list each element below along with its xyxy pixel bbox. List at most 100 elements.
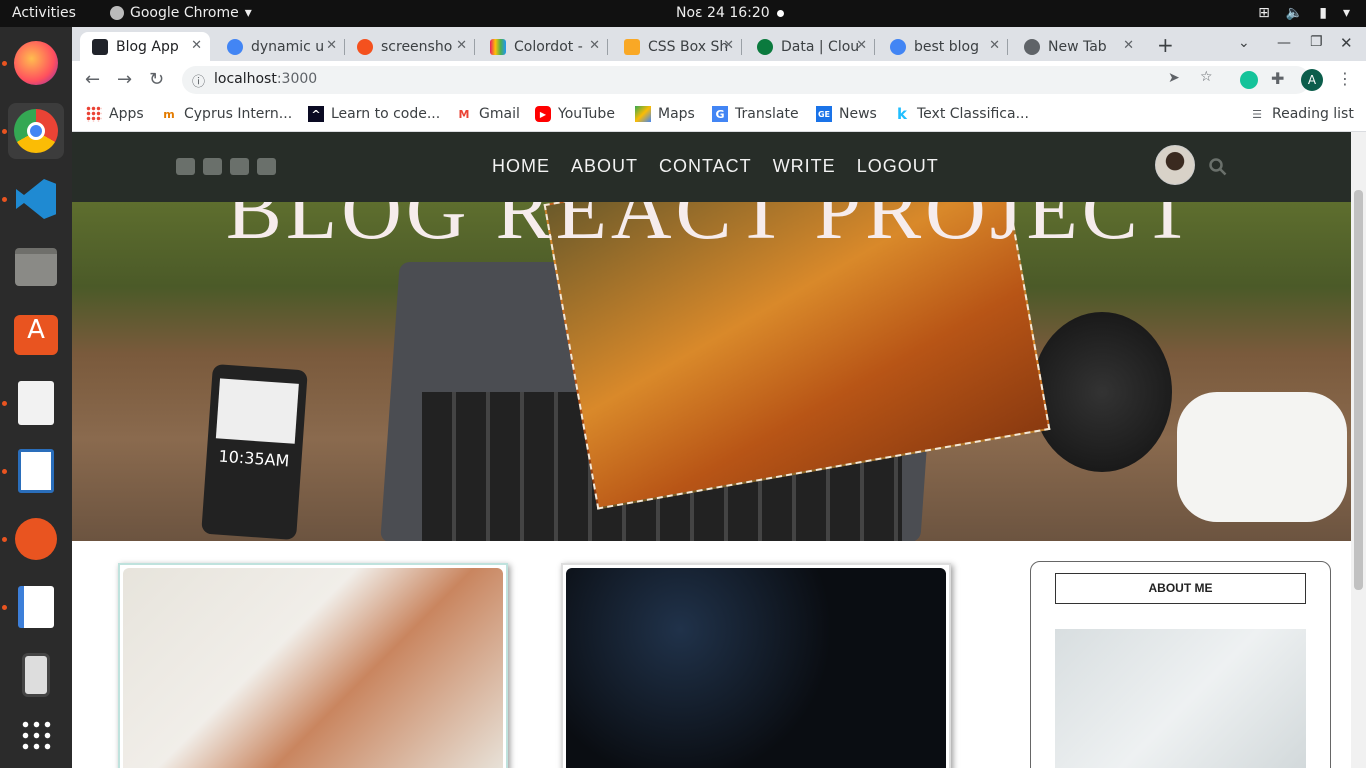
reading-list-button[interactable]: ☰ Reading list (1249, 106, 1354, 122)
os-top-bar: Activities Google Chrome ▾ Νοε 24 16:20 … (0, 0, 1366, 27)
close-icon[interactable]: ✕ (191, 38, 202, 53)
hero-title: BLOG REACT PROJECT (225, 202, 1198, 257)
mongodb-icon (757, 38, 773, 55)
text-editor-icon[interactable] (8, 375, 64, 431)
nav-links: HOME ABOUT CONTACT WRITE LOGOUT (492, 156, 939, 177)
close-icon[interactable]: ✕ (1123, 38, 1134, 53)
nav-home[interactable]: HOME (492, 156, 550, 177)
instagram-icon[interactable] (203, 158, 222, 175)
app-menu[interactable]: Google Chrome ▾ (110, 5, 252, 21)
forward-icon[interactable]: → (117, 69, 132, 90)
hero-kettle (1032, 312, 1172, 472)
tab-dynamic[interactable]: dynamic u ✕ (215, 32, 345, 61)
minimize-icon[interactable]: — (1277, 35, 1291, 51)
nav-write[interactable]: WRITE (773, 156, 836, 177)
search-icon[interactable] (1209, 158, 1227, 180)
bookmark-learn-code[interactable]: ^ Learn to code... (308, 106, 440, 122)
post-card[interactable] (561, 563, 951, 768)
bookmark-star-icon[interactable]: ☆ (1200, 69, 1213, 85)
running-indicator (2, 605, 7, 610)
phone-screen (215, 378, 299, 444)
bookmark-maps[interactable]: Maps (635, 106, 695, 122)
nav-about[interactable]: ABOUT (571, 156, 638, 177)
bookmark-gmail[interactable]: M Gmail (456, 106, 520, 122)
tab-colordot[interactable]: Colordot - ✕ (478, 32, 608, 61)
chrome-icon[interactable] (8, 103, 64, 159)
inkscape-icon[interactable] (8, 511, 64, 567)
tab-search-icon[interactable]: ⌄ (1238, 35, 1250, 51)
close-icon[interactable]: ✕ (989, 38, 1000, 53)
translate-icon: G (712, 106, 728, 122)
bookmark-youtube[interactable]: ▶ YouTube (535, 106, 615, 122)
profile-avatar[interactable]: A (1301, 69, 1323, 91)
menu-icon[interactable]: ⋮ (1337, 69, 1353, 88)
google-icon (890, 38, 906, 55)
bookmark-text-classification[interactable]: k Text Classifica... (894, 105, 1029, 123)
vscode-icon[interactable] (8, 171, 64, 227)
tab-title: best blog (914, 38, 979, 55)
facebook-icon[interactable] (176, 158, 195, 175)
caret-down-icon: ▾ (1342, 5, 1350, 21)
extensions-icon[interactable]: ✚ (1271, 69, 1284, 88)
globe-icon (1024, 38, 1040, 55)
clock[interactable]: Νοε 24 16:20 (676, 5, 770, 21)
info-icon[interactable]: ⓘ (192, 71, 205, 90)
close-icon[interactable]: ✕ (723, 38, 734, 53)
post-image[interactable] (123, 568, 503, 768)
media-icon[interactable] (8, 647, 64, 703)
tab-separator (1007, 39, 1008, 55)
close-icon[interactable]: ✕ (589, 38, 600, 53)
notes-icon[interactable] (8, 579, 64, 635)
tab-screenshot[interactable]: screensho ✕ (345, 32, 475, 61)
notification-dot (777, 10, 784, 17)
reload-icon[interactable]: ↻ (149, 69, 164, 90)
news-icon: GE (816, 106, 832, 122)
social-icons (176, 158, 276, 175)
grammarly-icon[interactable] (1240, 71, 1258, 89)
tab-new-tab[interactable]: New Tab ✕ (1012, 32, 1142, 61)
address-bar[interactable]: ⓘ localhost:3000 ➤ ☆ (182, 66, 1310, 94)
new-tab-button[interactable]: + (1157, 33, 1174, 57)
twitter-icon[interactable] (257, 158, 276, 175)
bookmark-label: YouTube (558, 106, 615, 122)
post-card[interactable] (118, 563, 508, 768)
close-icon[interactable]: ✕ (326, 38, 337, 53)
chrome-small-icon (110, 6, 124, 20)
hero-phone: 10:35AM (201, 363, 308, 541)
running-indicator (2, 537, 7, 542)
tab-blog-app[interactable]: Blog App ✕ (80, 32, 210, 61)
firefox-icon[interactable] (8, 35, 64, 91)
bookmark-cyprus[interactable]: m Cyprus Intern... (161, 106, 292, 122)
nav-logout[interactable]: LOGOUT (857, 156, 939, 177)
page-scrollbar[interactable] (1351, 132, 1366, 768)
bookmark-label: Cyprus Intern... (184, 106, 293, 122)
nav-contact[interactable]: CONTACT (659, 156, 752, 177)
back-icon[interactable]: ← (85, 69, 100, 90)
bookmark-news[interactable]: GE News (816, 106, 877, 122)
pinterest-icon[interactable] (230, 158, 249, 175)
close-icon[interactable]: ✕ (456, 38, 467, 53)
reading-list-icon: ☰ (1252, 107, 1262, 121)
user-avatar[interactable] (1155, 145, 1195, 185)
network-icon: ⊞ (1258, 5, 1270, 21)
tab-data-cloud[interactable]: Data | Clou ✕ (745, 32, 875, 61)
system-tray[interactable]: ⊞ 🔈 ▮ ▾ (1258, 5, 1350, 21)
bookmark-translate[interactable]: G Translate (712, 106, 799, 122)
software-center-icon[interactable]: A (8, 307, 64, 363)
files-icon[interactable] (8, 239, 64, 295)
post-image[interactable] (566, 568, 946, 768)
bookmark-apps[interactable]: Apps (86, 106, 144, 122)
tab-title: dynamic u (251, 38, 325, 55)
activities-button[interactable]: Activities (12, 5, 76, 21)
tab-separator (607, 39, 608, 55)
maximize-icon[interactable]: ❐ (1310, 34, 1323, 50)
tab-css-box[interactable]: CSS Box Sh ✕ (612, 32, 742, 61)
close-window-icon[interactable]: ✕ (1340, 34, 1353, 52)
running-indicator (2, 401, 7, 406)
libreoffice-writer-icon[interactable] (8, 443, 64, 499)
app-grid-icon[interactable] (8, 707, 64, 763)
close-icon[interactable]: ✕ (856, 38, 867, 53)
tab-best-blog[interactable]: best blog ✕ (878, 32, 1008, 61)
scrollbar-thumb[interactable] (1354, 190, 1363, 590)
send-icon[interactable]: ➤ (1168, 70, 1180, 86)
